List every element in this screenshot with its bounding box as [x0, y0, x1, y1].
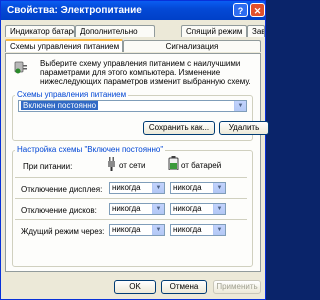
ac-plug-icon: [108, 157, 115, 171]
close-button[interactable]: ✕: [250, 3, 265, 17]
cancel-button[interactable]: Отмена: [161, 280, 207, 294]
power-source-label: При питании:: [23, 162, 73, 171]
battery-icon: [168, 156, 179, 170]
chevron-down-icon[interactable]: ▼: [213, 183, 225, 193]
disks-off-ac-value: никогда: [112, 204, 141, 213]
display-off-battery-value: никогда: [173, 183, 202, 192]
standby-battery-select[interactable]: никогда ▼: [170, 224, 226, 236]
tab-battery-meter[interactable]: Индикатор батарей: [5, 25, 75, 37]
tab-power-schemes[interactable]: Схемы управления питанием: [5, 39, 123, 52]
disks-off-ac-select[interactable]: никогда ▼: [109, 203, 165, 215]
standby-battery-value: никогда: [173, 225, 202, 234]
chevron-down-icon[interactable]: ▼: [213, 225, 225, 235]
display-off-ac-select[interactable]: никогда ▼: [109, 182, 165, 194]
power-options-window: Свойства: Электропитание ? ✕ Индикатор б…: [0, 0, 269, 300]
chevron-down-icon[interactable]: ▼: [213, 204, 225, 214]
chevron-down-icon[interactable]: ▼: [234, 101, 246, 111]
settings-divider: [15, 177, 247, 178]
power-plug-icon: [14, 61, 27, 74]
tab-advanced[interactable]: Дополнительно: [75, 25, 155, 37]
schemes-group-label: Схемы управления питанием: [15, 90, 129, 99]
chevron-down-icon[interactable]: ▼: [152, 183, 164, 193]
help-button[interactable]: ?: [233, 3, 248, 17]
chevron-down-icon[interactable]: ▼: [152, 204, 164, 214]
tab-hibernate[interactable]: Спящий режим: [181, 25, 247, 37]
disks-off-battery-select[interactable]: никогда ▼: [170, 203, 226, 215]
row-divider: [15, 219, 247, 220]
display-off-ac-value: никогда: [112, 183, 141, 192]
standby-ac-value: никогда: [112, 225, 141, 234]
chevron-down-icon[interactable]: ▼: [152, 225, 164, 235]
tab-alarms[interactable]: Сигнализация: [123, 40, 261, 52]
save-as-button[interactable]: Сохранить как...: [143, 121, 215, 135]
delete-button[interactable]: Удалить: [219, 121, 269, 135]
scheme-select-value: Включен постоянно: [21, 101, 99, 110]
ok-button[interactable]: OK: [114, 280, 156, 294]
standby-label: Ждущий режим через:: [21, 227, 105, 236]
standby-ac-select[interactable]: никогда ▼: [109, 224, 165, 236]
disks-off-battery-value: никогда: [173, 204, 202, 213]
ac-label: от сети: [119, 161, 146, 170]
window-title: Свойства: Электропитание: [7, 5, 142, 16]
apply-button[interactable]: Применить: [213, 280, 261, 294]
display-off-label: Отключение дисплея:: [21, 185, 103, 194]
title-bar[interactable]: Свойства: Электропитание ? ✕: [1, 1, 265, 20]
row-divider: [15, 198, 247, 199]
tab-more[interactable]: Завко: [247, 25, 265, 37]
battery-label: от батарей: [181, 161, 222, 170]
settings-group-label: Настройка схемы "Включен постоянно": [15, 145, 166, 154]
display-off-battery-select[interactable]: никогда ▼: [170, 182, 226, 194]
description-text: Выберите схему управления питанием с наи…: [40, 59, 251, 86]
scheme-select[interactable]: Включен постоянно ▼: [18, 100, 247, 112]
disks-off-label: Отключение дисков:: [21, 206, 97, 215]
